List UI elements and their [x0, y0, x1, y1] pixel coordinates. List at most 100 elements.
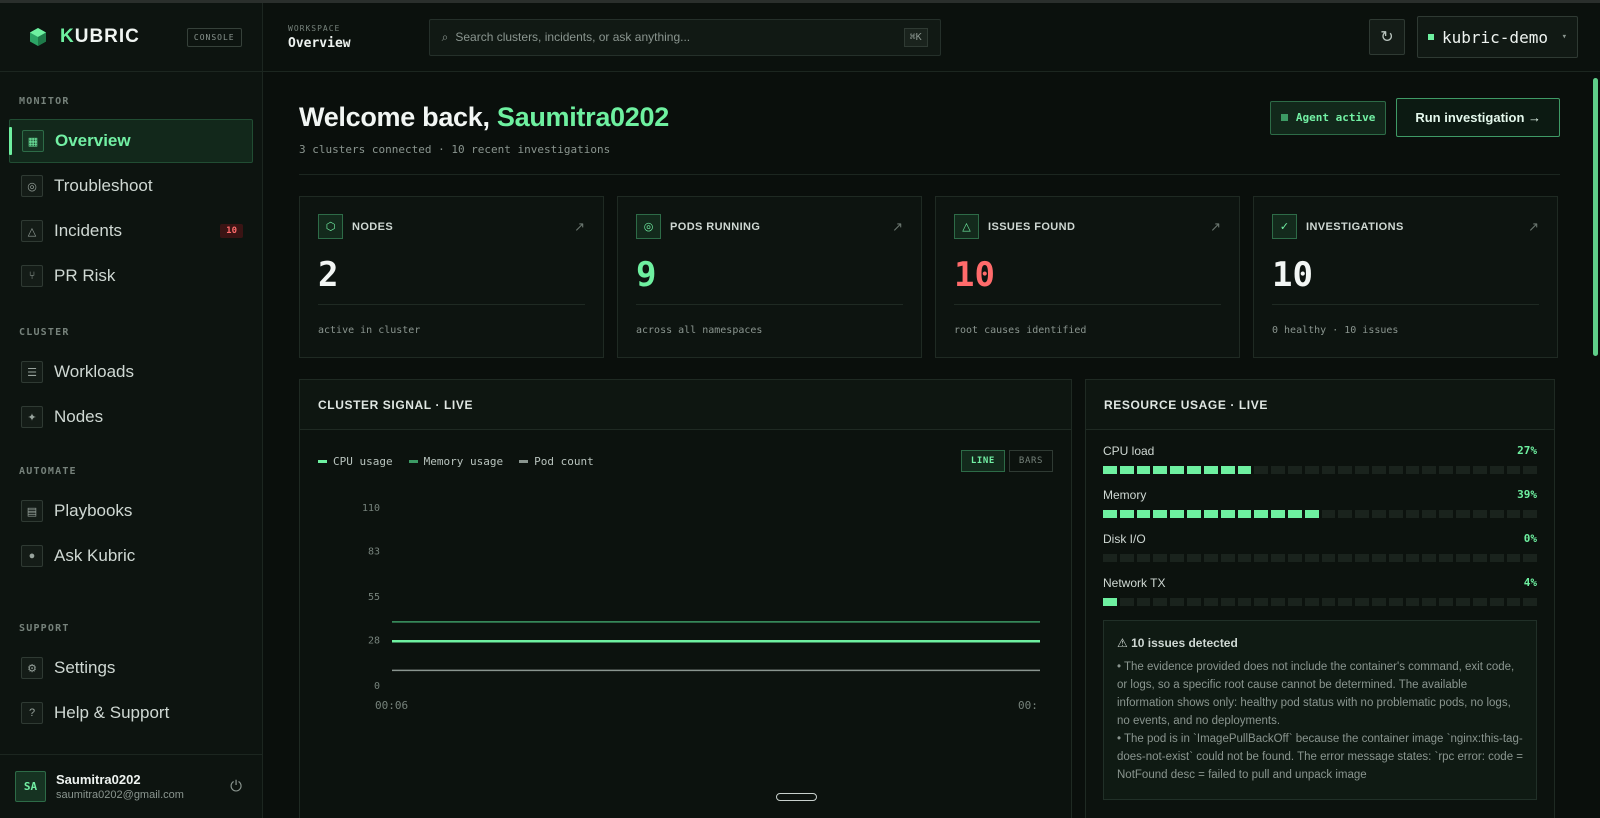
sidebar-item-label: Nodes: [54, 407, 104, 426]
resource-progress-bar: [1103, 510, 1538, 518]
progress-segment: [1321, 466, 1336, 474]
refresh-button[interactable]: ↻: [1369, 19, 1405, 55]
progress-segment: [1304, 510, 1319, 518]
sidebar-item-overview[interactable]: ▦ Overview: [9, 119, 253, 163]
arrow-up-right-icon[interactable]: ↗: [574, 219, 585, 235]
question-icon: ?: [21, 702, 43, 724]
sidebar: KUBRIC CONSOLE MONITOR ▦ Overview ◎ Trou…: [0, 3, 263, 818]
resource-label: Network TX: [1103, 576, 1166, 590]
scroll-handle[interactable]: [776, 793, 817, 801]
welcome-subtitle: 3 clusters connected · 10 recent investi…: [299, 143, 611, 156]
user-email: saumitra0202@gmail.com: [56, 789, 184, 801]
resource-list: CPU load 27% Memory 39% Disk I/O 0% Network TX…: [1086, 430, 1554, 800]
progress-segment: [1372, 554, 1386, 562]
progress-segment: [1237, 466, 1252, 474]
shortcut-hint: ⌘K: [903, 27, 928, 47]
arrow-up-right-icon[interactable]: ↗: [892, 219, 903, 235]
chart-svg: 110 83 55 28 0 00:06 00:: [362, 503, 1040, 712]
progress-segment: [1472, 510, 1487, 518]
toggle-bars-button[interactable]: BARS: [1008, 450, 1053, 472]
search-icon: ⌕: [441, 29, 449, 44]
progress-segment: [1439, 510, 1454, 518]
progress-segment: [1254, 554, 1269, 562]
resource-row: Memory 39%: [1103, 488, 1538, 518]
console-tag: CONSOLE: [186, 27, 242, 47]
progress-segment: [1422, 554, 1437, 562]
gear-icon: ⚙: [21, 657, 43, 679]
search-input[interactable]: ⌕ Search clusters, incidents, or ask any…: [428, 18, 941, 56]
progress-segment: [1489, 554, 1504, 562]
sparkle-icon: ✦: [21, 406, 43, 428]
progress-segment: [1237, 598, 1252, 606]
arrow-up-right-icon[interactable]: ↗: [1528, 219, 1539, 235]
progress-segment: [1439, 598, 1454, 606]
sidebar-item-label: Ask Kubric: [54, 546, 136, 565]
page-scrollbar[interactable]: [1593, 78, 1598, 356]
progress-segment: [1304, 554, 1319, 562]
run-investigation-button[interactable]: Run investigation →: [1396, 98, 1560, 137]
progress-segment: [1472, 554, 1487, 562]
progress-segment: [1136, 466, 1151, 474]
sidebar-item-help[interactable]: ? Help & Support: [9, 691, 253, 735]
chevron-down-icon: ▾: [1561, 32, 1567, 42]
stat-subtitle: 0 healthy · 10 issues: [1272, 325, 1399, 336]
user-name: Saumitra0202: [56, 772, 141, 787]
progress-segment: [1489, 598, 1504, 606]
progress-segment: [1523, 598, 1538, 606]
progress-segment: [1388, 466, 1403, 474]
progress-segment: [1355, 510, 1369, 518]
progress-segment: [1456, 598, 1470, 606]
stat-label: NODES: [352, 220, 394, 233]
sidebar-item-nodes[interactable]: ✦ Nodes: [9, 395, 253, 439]
progress-segment: [1119, 554, 1134, 562]
resource-usage-panel: RESOURCE USAGE · LIVE CPU load 27% Memory 3…: [1085, 379, 1555, 818]
sidebar-item-troubleshoot[interactable]: ◎ Troubleshoot: [9, 164, 253, 208]
stat-card-pods[interactable]: ◎ PODS RUNNING ↗ 9 across all namespaces: [617, 196, 922, 358]
stat-card-nodes[interactable]: ⬡ NODES ↗ 2 active in cluster: [299, 196, 604, 358]
cluster-signal-panel: CLUSTER SIGNAL · LIVE CPU usage Memory u…: [299, 379, 1072, 818]
sidebar-item-pr-risk[interactable]: ⑂ PR Risk: [9, 254, 253, 298]
progress-segment: [1456, 466, 1470, 474]
sidebar-item-label: Settings: [54, 658, 116, 677]
progress-segment: [1203, 510, 1218, 518]
progress-segment: [1103, 554, 1117, 562]
resource-percent: 27%: [1517, 444, 1537, 457]
sidebar-item-label: Incidents: [54, 221, 123, 240]
cluster-selector[interactable]: kubric-demo ▾: [1417, 16, 1578, 58]
grid-icon: ▦: [22, 130, 44, 152]
stat-subtitle: across all namespaces: [636, 325, 763, 336]
toggle-line-button[interactable]: LINE: [960, 450, 1005, 472]
sidebar-item-incidents[interactable]: △ Incidents 10: [9, 209, 253, 253]
panel-title: RESOURCE USAGE · LIVE: [1086, 380, 1554, 430]
sidebar-item-workloads[interactable]: ☰ Workloads: [9, 350, 253, 394]
sidebar-item-playbooks[interactable]: ▤ Playbooks: [9, 489, 253, 533]
branch-icon: ⑂: [21, 265, 43, 287]
status-dot: [1280, 114, 1288, 121]
arrow-up-right-icon[interactable]: ↗: [1210, 219, 1221, 235]
stat-value: 9: [636, 255, 903, 305]
user-profile[interactable]: SA Saumitra0202 saumitra0202@gmail.com ⏻: [0, 754, 262, 818]
target-icon: ◎: [21, 175, 43, 197]
welcome-header: Welcome back, Saumitra0202 3 clusters co…: [299, 98, 1560, 175]
issues-summary: ⚠ 10 issues detected • The evidence provi…: [1103, 620, 1537, 800]
stat-card-investigations[interactable]: ✓ INVESTIGATIONS ↗ 10 0 healthy · 10 iss…: [1253, 196, 1558, 358]
stat-card-issues[interactable]: △ ISSUES FOUND ↗ 10 root causes identifi…: [935, 196, 1240, 358]
chart-legend: CPU usage Memory usage Pod count LINE BA…: [300, 430, 1071, 472]
main-area: WORKSPACE Overview ⌕ Search clusters, in…: [263, 3, 1600, 818]
progress-segment: [1422, 598, 1437, 606]
progress-segment: [1254, 598, 1269, 606]
sidebar-item-settings[interactable]: ⚙ Settings: [9, 646, 253, 690]
progress-segment: [1372, 598, 1386, 606]
lower-row: CLUSTER SIGNAL · LIVE CPU usage Memory u…: [299, 379, 1560, 818]
progress-segment: [1187, 466, 1201, 474]
legend-item-pods: Pod count: [519, 455, 594, 468]
issue-item: • The pod is in `ImagePullBackOff` becau…: [1117, 733, 1524, 781]
x-tick-label: 00:06: [375, 699, 408, 712]
progress-segment: [1136, 598, 1151, 606]
progress-segment: [1254, 510, 1269, 518]
line-chart: 110 83 55 28 0 00:06 00:: [300, 472, 1071, 807]
progress-segment: [1456, 510, 1470, 518]
progress-segment: [1523, 510, 1538, 518]
power-icon[interactable]: ⏻: [230, 778, 242, 795]
sidebar-item-ask-kubric[interactable]: ● Ask Kubric: [9, 534, 253, 578]
